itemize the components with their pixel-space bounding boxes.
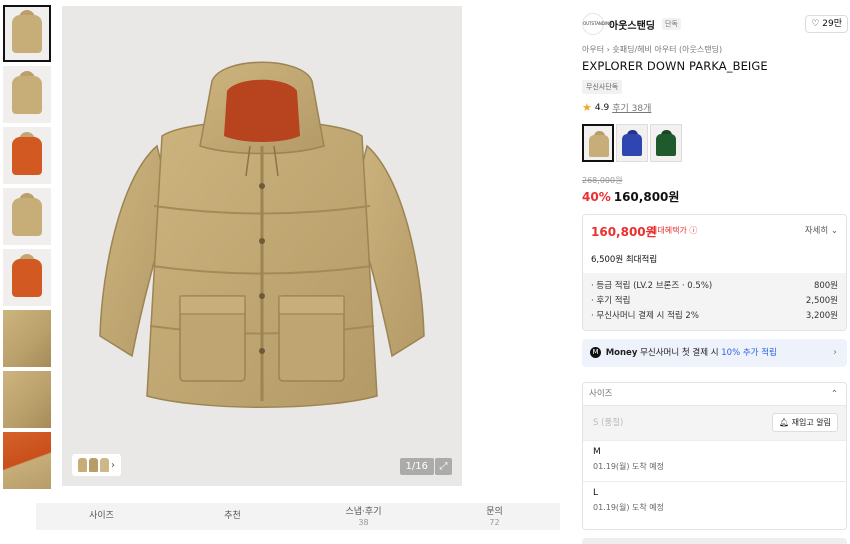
money-text: 무신사머니 첫 결제 시 — [640, 348, 719, 358]
point-label: · 후기 적립 — [591, 296, 631, 306]
thumbnail-4[interactable] — [3, 188, 51, 245]
breadcrumb-item[interactable]: 아우터 — [582, 45, 604, 54]
info-icon[interactable]: ⓘ — [689, 226, 697, 235]
point-value: 800원 — [813, 281, 838, 291]
tab-recommend[interactable]: 추천 — [167, 503, 298, 530]
size-dropdown-header[interactable]: 사이즈 ⌃ — [583, 383, 846, 406]
delivery-estimate: 01.19(월) 도착 예정 — [593, 503, 665, 512]
size-selector: 사이즈 ⌃ S (품절) 🔔︎ 재입고 알림 M 01.19(월) 도착 예정 … — [582, 382, 847, 530]
detail-label: 자세히 — [804, 226, 829, 236]
money-promo-banner[interactable]: M Money 무신사머니 첫 결제 시 10% 추가 적립 › — [582, 339, 847, 367]
swatch-green[interactable] — [650, 124, 682, 162]
thumbnail-6[interactable] — [3, 310, 51, 367]
tab-label: 문의 — [486, 507, 503, 517]
chevron-right-icon: › — [111, 459, 115, 471]
benefit-price: 160,800원 — [591, 225, 657, 239]
tab-count: 72 — [489, 518, 500, 527]
money-brand: Money — [605, 348, 638, 358]
thumbnail-8[interactable] — [3, 432, 51, 489]
main-product-image[interactable]: › 1/16 ⤢ — [62, 6, 462, 486]
benefit-box: 160,800원 최대혜택가 ⓘ 자세히 ⌄ 6,500원 최대적립 · 등급 … — [582, 214, 847, 331]
down-parka-illustration — [99, 61, 425, 408]
breadcrumb: 아우터 › 숏패딩/헤비 아우터 (아웃스탠딩) — [582, 44, 722, 55]
brand-name[interactable]: 아웃스탠딩 — [609, 17, 655, 32]
thumbnail-1[interactable] — [3, 5, 51, 62]
thumbnail-2[interactable] — [3, 66, 51, 123]
thumbnail-list — [3, 5, 51, 493]
product-info-panel: OUTSTANDING 아웃스탠딩 단독 ♡ 29만 아우터 › 숏패딩/헤비 … — [572, 0, 850, 544]
point-label: · 등급 적립 (LV.2 브론즈 · 0.5%) — [591, 281, 713, 291]
size-option[interactable]: M 01.19(월) 도착 예정 — [583, 440, 846, 481]
point-label: · 무신사머니 결제 시 적립 2% — [591, 311, 699, 321]
swatch-beige[interactable] — [582, 124, 614, 162]
rating-row: ★ 4.9 후기 38개 — [582, 101, 651, 114]
like-count: 29만 — [822, 19, 842, 29]
thumbnail-5[interactable] — [3, 249, 51, 306]
detail-button[interactable]: 자세히 ⌄ — [805, 224, 838, 236]
brand-logo[interactable]: OUTSTANDING — [582, 13, 612, 35]
point-row: · 등급 적립 (LV.2 브론즈 · 0.5%) 800원 — [591, 279, 838, 294]
money-highlight: 10% 추가 적립 — [721, 348, 777, 358]
tab-label: 추천 — [224, 511, 241, 521]
tab-size[interactable]: 사이즈 — [36, 503, 167, 530]
point-breakdown: · 등급 적립 (LV.2 브론즈 · 0.5%) 800원 · 후기 적립 2,5… — [583, 273, 846, 330]
tab-label: 사이즈 — [89, 511, 114, 521]
breadcrumb-item[interactable]: 숏패딩/헤비 아우터 (아웃스탠딩) — [612, 45, 722, 54]
exclusive-tag: 무신사단독 — [582, 80, 623, 94]
rating-value: 4.9 — [594, 102, 610, 113]
price-row: 40% 160,800원 — [582, 188, 679, 205]
size-option[interactable]: L 01.19(월) 도착 예정 — [583, 481, 846, 522]
color-preview-chip[interactable]: › — [72, 454, 121, 476]
size-name: L — [593, 488, 599, 498]
size-option-soldout: S (품절) 🔔︎ 재입고 알림 — [583, 406, 846, 440]
bell-icon: 🔔︎ — [778, 418, 790, 427]
delivery-estimate: 01.19(월) 도착 예정 — [593, 462, 665, 471]
chevron-right-icon: › — [833, 347, 837, 358]
max-benefit-text: 최대혜택가 — [650, 226, 687, 235]
original-price: 268,000원 — [582, 176, 623, 185]
discount-rate: 40% — [582, 190, 611, 204]
restock-alert-button[interactable]: 🔔︎ 재입고 알림 — [771, 413, 838, 432]
restock-label: 재입고 알림 — [791, 418, 831, 427]
size-name: M — [593, 447, 601, 457]
point-value: 2,500원 — [805, 296, 838, 306]
thumbnail-3[interactable] — [3, 127, 51, 184]
color-swatches — [582, 124, 682, 162]
star-icon: ★ — [582, 101, 592, 114]
chevron-down-icon: ⌄ — [830, 226, 838, 236]
next-section-edge — [582, 538, 847, 544]
sale-price: 160,800원 — [613, 190, 680, 204]
tab-inquiry[interactable]: 문의 72 — [429, 503, 560, 530]
point-row: · 후기 적립 2,500원 — [591, 294, 838, 309]
point-summary: 6,500원 최대적립 — [591, 255, 658, 265]
chevron-up-icon: ⌃ — [830, 389, 838, 399]
brand-row: OUTSTANDING 아웃스탠딩 단독 ♡ 29만 — [582, 13, 848, 35]
review-link[interactable]: 후기 38개 — [612, 101, 651, 114]
image-counter: 1/16 — [399, 458, 434, 475]
heart-icon: ♡ — [811, 19, 820, 29]
expand-icon[interactable]: ⤢ — [435, 458, 452, 475]
size-header-label: 사이즈 — [589, 389, 613, 399]
like-button[interactable]: ♡ 29만 — [805, 15, 848, 33]
size-soldout-label: S (품절) — [593, 418, 624, 428]
point-row: · 무신사머니 결제 시 적립 2% 3,200원 — [591, 309, 838, 324]
tab-count: 38 — [358, 518, 369, 527]
exclusive-badge: 단독 — [662, 18, 681, 30]
detail-tabs: 사이즈 추천 스냅·후기 38 문의 72 — [36, 503, 560, 530]
product-title: EXPLORER DOWN PARKA_BEIGE — [582, 59, 768, 73]
tab-label: 스냅·후기 — [345, 507, 382, 517]
point-value: 3,200원 — [805, 311, 838, 321]
tab-snap-review[interactable]: 스냅·후기 38 — [298, 503, 429, 530]
money-icon: M — [590, 347, 601, 358]
thumbnail-7[interactable] — [3, 371, 51, 428]
swatch-blue[interactable] — [616, 124, 648, 162]
max-benefit-label: 최대혜택가 ⓘ — [650, 225, 697, 236]
